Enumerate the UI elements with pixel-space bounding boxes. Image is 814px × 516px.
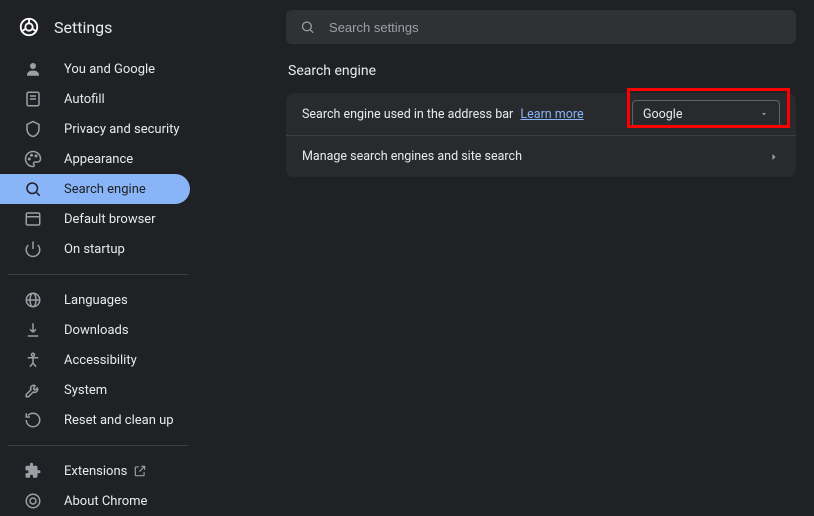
search-settings[interactable] [286, 10, 796, 44]
search-engine-card: Search engine used in the address bar Le… [286, 93, 796, 177]
sidebar-item-extensions[interactable]: Extensions [0, 456, 246, 486]
sidebar: You and Google Autofill Privacy and secu… [0, 54, 246, 516]
globe-icon [24, 291, 42, 309]
sidebar-item-label: Appearance [64, 152, 133, 167]
sidebar-item-you-and-google[interactable]: You and Google [0, 54, 246, 84]
reset-icon [24, 411, 42, 429]
sidebar-item-appearance[interactable]: Appearance [0, 144, 246, 174]
row-manage-engines[interactable]: Manage search engines and site search [286, 135, 796, 177]
sidebar-item-label: Languages [64, 293, 128, 308]
sidebar-item-label: Search engine [64, 182, 146, 197]
chevron-down-icon [759, 109, 769, 119]
search-input[interactable] [329, 20, 782, 35]
divider [8, 274, 188, 275]
sidebar-item-accessibility[interactable]: Accessibility [0, 345, 246, 375]
sidebar-item-system[interactable]: System [0, 375, 246, 405]
sidebar-item-reset[interactable]: Reset and clean up [0, 405, 246, 435]
search-icon [300, 19, 315, 35]
sidebar-item-default-browser[interactable]: Default browser [0, 204, 246, 234]
sidebar-item-label: On startup [64, 242, 125, 257]
browser-icon [24, 210, 42, 228]
sidebar-item-label: About Chrome [64, 494, 147, 509]
sidebar-item-label: You and Google [64, 62, 155, 77]
page-title: Settings [54, 18, 112, 37]
sidebar-item-label: System [64, 383, 107, 398]
extension-icon [24, 462, 42, 480]
sidebar-item-label: Default browser [64, 212, 156, 227]
learn-more-link[interactable]: Learn more [520, 107, 583, 122]
section-title: Search engine [286, 63, 796, 79]
search-engine-dropdown[interactable]: Google [632, 100, 780, 128]
sidebar-item-label: Privacy and security [64, 122, 180, 137]
wrench-icon [24, 381, 42, 399]
person-icon [24, 60, 42, 78]
chevron-right-icon [768, 151, 780, 163]
sidebar-item-privacy[interactable]: Privacy and security [0, 114, 246, 144]
divider [8, 445, 188, 446]
sidebar-item-autofill[interactable]: Autofill [0, 84, 246, 114]
search-icon [24, 180, 42, 198]
row-label: Search engine used in the address bar Le… [302, 107, 584, 122]
sidebar-item-label: Accessibility [64, 353, 137, 368]
chrome-icon [18, 16, 40, 38]
sidebar-item-label: Extensions [64, 464, 127, 479]
sidebar-item-search-engine[interactable]: Search engine [0, 174, 190, 204]
row-address-bar-engine: Search engine used in the address bar Le… [286, 93, 796, 135]
sidebar-item-label: Reset and clean up [64, 413, 174, 428]
sidebar-item-label: Autofill [64, 92, 105, 107]
sidebar-item-downloads[interactable]: Downloads [0, 315, 246, 345]
sidebar-item-label: Downloads [64, 323, 129, 338]
power-icon [24, 240, 42, 258]
dropdown-value: Google [643, 107, 682, 122]
sidebar-item-languages[interactable]: Languages [0, 285, 246, 315]
sidebar-item-about-chrome[interactable]: About Chrome [0, 486, 246, 516]
shield-icon [24, 120, 42, 138]
accessibility-icon [24, 351, 42, 369]
autofill-icon [24, 90, 42, 108]
external-link-icon [133, 464, 147, 478]
row-label: Manage search engines and site search [302, 149, 522, 164]
palette-icon [24, 150, 42, 168]
main-content: Search engine Search engine used in the … [286, 63, 796, 177]
sidebar-item-on-startup[interactable]: On startup [0, 234, 246, 264]
download-icon [24, 321, 42, 339]
chrome-outline-icon [24, 492, 42, 510]
